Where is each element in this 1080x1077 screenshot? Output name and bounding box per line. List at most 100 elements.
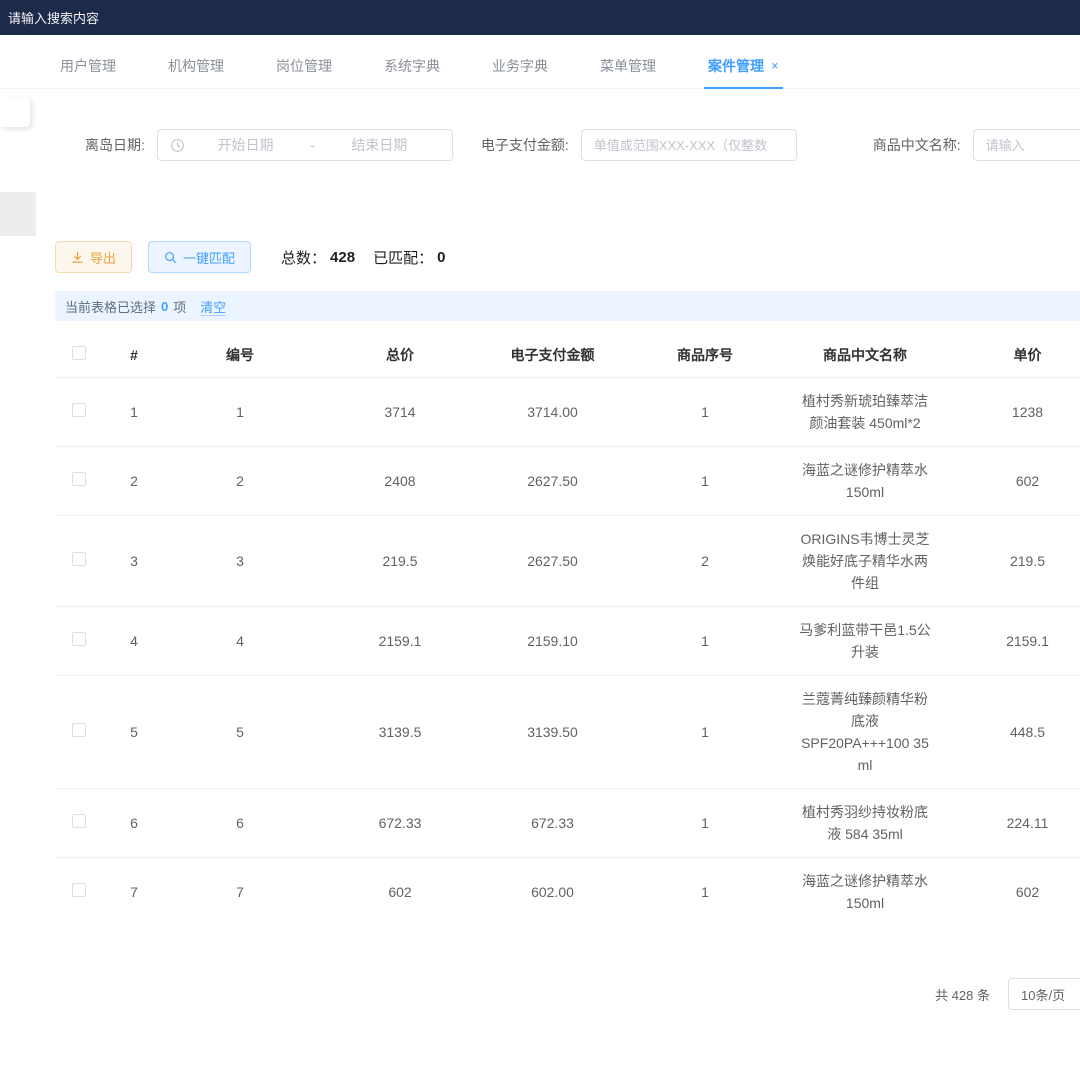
date-filter-group: 离岛日期: 开始日期 - 结束日期	[85, 129, 453, 161]
selection-bar: 当前表格已选择 0 项 清空	[55, 291, 1080, 321]
col-header-total: 总价	[315, 333, 485, 377]
cell-total-price: 2408	[315, 446, 485, 515]
date-range-separator: -	[306, 137, 319, 153]
tab-position-management[interactable]: 岗位管理	[276, 52, 332, 80]
cell-epay-amount: 672.33	[485, 788, 620, 857]
cell-unit-price: 1238	[940, 377, 1080, 446]
tab-close-icon[interactable]: ×	[771, 58, 779, 73]
collapsed-panel-toggle[interactable]	[0, 97, 30, 127]
tab-menu-management[interactable]: 菜单管理	[600, 52, 656, 80]
cell-index: 4	[103, 606, 165, 675]
date-end-placeholder: 结束日期	[319, 135, 440, 155]
data-table: # 编号 总价 电子支付金额 商品序号 商品中文名称 单价 1 1 3714 3…	[55, 333, 1080, 908]
totals-text: 总数： 428 已匹配： 0	[281, 247, 445, 268]
left-edge-fragment	[0, 192, 36, 236]
table-toolbar: 导出 一键匹配 总数： 428 已匹配： 0	[55, 241, 1080, 273]
total-value: 428	[330, 249, 355, 266]
cell-product-seq: 1	[620, 606, 790, 675]
cell-code: 1	[165, 377, 315, 446]
col-header-code: 编号	[165, 333, 315, 377]
table-row: 4 4 2159.1 2159.10 1 马爹利蓝带干邑1.5公升装 2159.…	[55, 606, 1080, 675]
matched-value: 0	[437, 249, 445, 266]
cell-product-name: 植村秀新琥珀臻萃洁颜油套装 450ml*2	[790, 377, 940, 446]
cell-product-name: 海蓝之谜修护精萃水 150ml	[790, 857, 940, 908]
product-name-filter-label: 商品中文名称:	[873, 135, 961, 155]
row-checkbox[interactable]	[72, 632, 86, 646]
date-start-placeholder: 开始日期	[185, 135, 306, 155]
table-row: 2 2 2408 2627.50 1 海蓝之谜修护精萃水 150ml 602	[55, 446, 1080, 515]
cell-product-seq: 1	[620, 675, 790, 788]
amount-filter-label: 电子支付金额:	[481, 135, 569, 155]
cell-epay-amount: 2627.50	[485, 515, 620, 606]
cell-epay-amount: 3714.00	[485, 377, 620, 446]
cell-total-price: 602	[315, 857, 485, 908]
select-all-checkbox[interactable]	[72, 346, 86, 360]
cell-epay-amount: 2159.10	[485, 606, 620, 675]
tab-case-management[interactable]: 案件管理 ×	[708, 52, 779, 80]
tab-user-management[interactable]: 用户管理	[60, 52, 116, 80]
tab-business-dict[interactable]: 业务字典	[492, 52, 548, 80]
table-row: 6 6 672.33 672.33 1 植村秀羽纱持妆粉底液 584 35ml …	[55, 788, 1080, 857]
total-label: 总数：	[281, 247, 326, 268]
cell-code: 3	[165, 515, 315, 606]
cell-index: 3	[103, 515, 165, 606]
row-checkbox[interactable]	[72, 403, 86, 417]
download-icon	[71, 251, 84, 264]
export-button[interactable]: 导出	[55, 241, 132, 273]
cell-product-name: ORIGINS韦博士灵芝焕能好底子精华水两件组	[790, 515, 940, 606]
date-filter-label: 离岛日期:	[85, 135, 145, 155]
cell-unit-price: 448.5	[940, 675, 1080, 788]
clock-icon	[170, 138, 185, 153]
cell-code: 2	[165, 446, 315, 515]
selected-count: 0	[161, 299, 168, 314]
tab-org-management[interactable]: 机构管理	[168, 52, 224, 80]
match-button-label: 一键匹配	[183, 248, 235, 267]
cell-product-name: 兰蔻菁纯臻颜精华粉底液SPF20PA+++100 35 ml	[790, 675, 940, 788]
cell-unit-price: 602	[940, 446, 1080, 515]
cell-index: 1	[103, 377, 165, 446]
row-checkbox[interactable]	[72, 723, 86, 737]
cell-epay-amount: 3139.50	[485, 675, 620, 788]
table-body: 1 1 3 7 1 4 3714.00 1 植村秀新琥珀臻萃洁颜油套装 450ml*2…	[55, 377, 1080, 908]
amount-filter-group: 电子支付金额:	[481, 129, 797, 161]
search-icon	[164, 251, 177, 264]
cell-index: 5	[103, 675, 165, 788]
cell-product-name: 马爹利蓝带干邑1.5公升装	[790, 606, 940, 675]
date-range-picker[interactable]: 开始日期 - 结束日期	[157, 129, 453, 161]
row-checkbox[interactable]	[72, 883, 86, 897]
table-row: 7 7 602 602.00 1 海蓝之谜修护精萃水 150ml 602	[55, 857, 1080, 908]
cell-total-price: 672.33	[315, 788, 485, 857]
product-name-filter-group: 商品中文名称:	[873, 129, 1080, 161]
cell-index: 7	[103, 857, 165, 908]
row-checkbox[interactable]	[72, 552, 86, 566]
tab-label: 用户管理	[60, 56, 116, 76]
tab-system-dict[interactable]: 系统字典	[384, 52, 440, 80]
cell-unit-price: 224.11	[940, 788, 1080, 857]
row-checkbox[interactable]	[72, 814, 86, 828]
cell-product-seq: 1	[620, 377, 790, 446]
row-checkbox[interactable]	[72, 472, 86, 486]
tab-label: 菜单管理	[600, 56, 656, 76]
amount-input[interactable]	[581, 129, 797, 161]
page-size-value: 10条/页	[1021, 985, 1065, 1004]
cell-unit-price: 219.5	[940, 515, 1080, 606]
cell-code: 6	[165, 788, 315, 857]
one-click-match-button[interactable]: 一键匹配	[148, 241, 251, 273]
cell-product-seq: 2	[620, 515, 790, 606]
col-header-epay: 电子支付金额	[485, 333, 620, 377]
cell-unit-price: 602	[940, 857, 1080, 908]
export-button-label: 导出	[90, 248, 116, 267]
cell-code: 5	[165, 675, 315, 788]
tab-label: 岗位管理	[276, 56, 332, 76]
tab-bar: 用户管理 机构管理 岗位管理 系统字典 业务字典 菜单管理 案件管理 ×	[0, 43, 1080, 89]
tab-label: 案件管理	[708, 56, 764, 76]
clear-selection-link[interactable]: 清空	[200, 297, 226, 316]
cell-code: 4	[165, 606, 315, 675]
top-search-bar[interactable]: 请输入搜索内容	[0, 0, 1080, 35]
matched-label: 已匹配：	[373, 247, 433, 268]
page-size-select[interactable]: 10条/页	[1008, 978, 1080, 1010]
selection-prefix: 当前表格已选择	[65, 297, 156, 316]
product-name-input[interactable]	[973, 129, 1080, 161]
cell-product-name: 植村秀羽纱持妆粉底液 584 35ml	[790, 788, 940, 857]
cell-product-seq: 1	[620, 446, 790, 515]
